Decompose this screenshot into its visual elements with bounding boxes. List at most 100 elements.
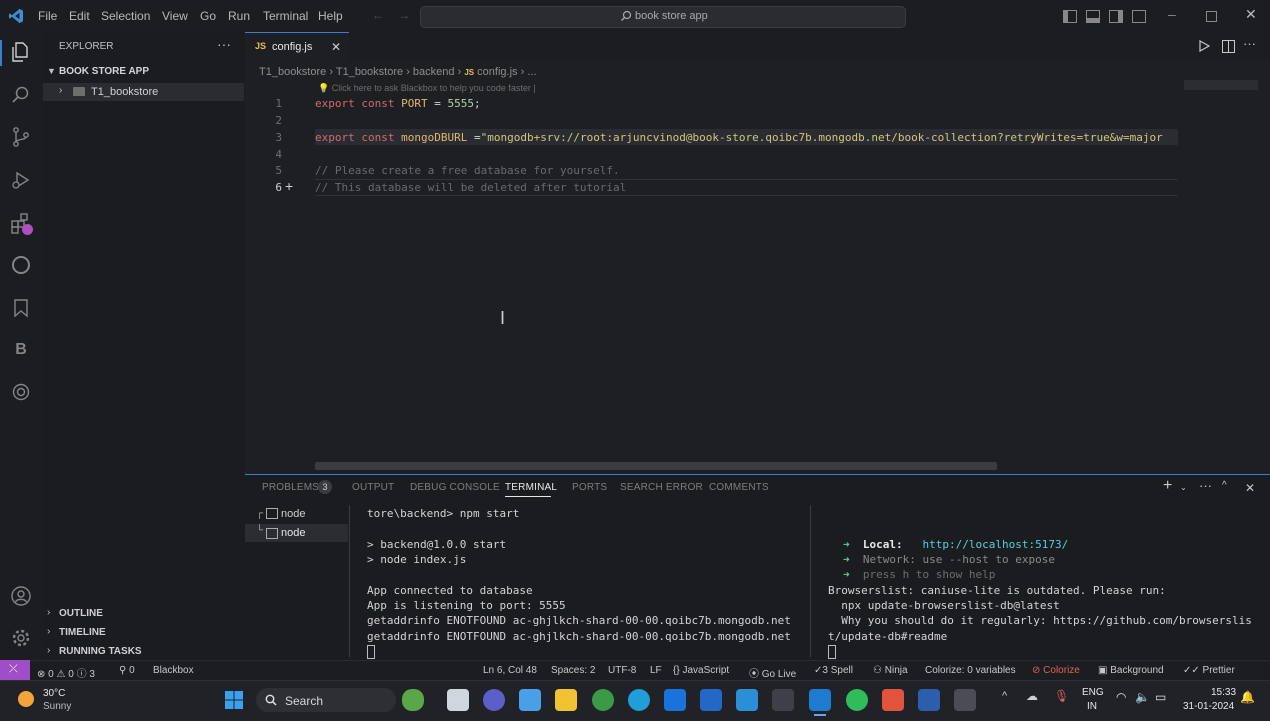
tab-search-error[interactable]: SEARCH ERROR [620, 482, 703, 493]
account-icon[interactable] [10, 585, 32, 607]
bookmarks-icon[interactable] [10, 297, 32, 319]
customize-layout-icon[interactable] [1132, 10, 1146, 23]
notepad-icon[interactable] [736, 689, 758, 711]
maximize-icon[interactable] [1206, 11, 1217, 22]
whatsapp-icon[interactable] [846, 689, 868, 711]
end-of-line[interactable]: LF [650, 665, 662, 676]
remote-indicator[interactable]: ⤫ [0, 660, 30, 680]
encoding[interactable]: UTF-8 [608, 665, 636, 676]
tab-output[interactable]: OUTPUT [352, 482, 394, 493]
menu-help[interactable]: Help [318, 9, 343, 23]
menu-terminal[interactable]: Terminal [263, 9, 308, 23]
file-explorer-icon[interactable] [555, 689, 577, 711]
blackbox-hint[interactable]: 💡 Click here to ask Blackbox to help you… [318, 83, 536, 94]
teams-chat-icon[interactable] [483, 689, 505, 711]
terminal-app-icon[interactable] [772, 689, 794, 711]
command-center-search[interactable]: book store app [420, 6, 906, 28]
taskbar-search[interactable]: Search [256, 688, 396, 712]
microsoft-store-icon[interactable] [519, 689, 541, 711]
git-icon[interactable] [882, 689, 904, 711]
tab-comments[interactable]: COMMENTS [709, 482, 769, 493]
edge-devtools-icon[interactable] [10, 254, 32, 276]
menu-file[interactable]: File [38, 9, 57, 23]
chrome-icon[interactable] [592, 689, 614, 711]
breadcrumb-item[interactable]: config.js [477, 66, 517, 78]
snipping-tool-icon[interactable] [954, 689, 976, 711]
vscode-taskbar-icon[interactable] [809, 689, 831, 711]
weather-temp[interactable]: 30°C [43, 688, 65, 699]
volume-icon[interactable]: 🔈 [1135, 690, 1150, 704]
chevron-down-icon[interactable]: ⌄ [1180, 483, 1187, 492]
cursor-position[interactable]: Ln 6, Col 48 [483, 665, 537, 676]
ninja-status[interactable]: ⚇ Ninja [873, 665, 908, 676]
close-panel-icon[interactable]: ✕ [1245, 481, 1255, 495]
breadcrumb-item[interactable]: T1_bookstore [336, 66, 403, 78]
run-debug-icon[interactable] [10, 169, 32, 191]
minimize-icon[interactable]: – [1168, 6, 1176, 22]
blackbox-status[interactable]: Blackbox [153, 665, 194, 676]
breadcrumb-item[interactable]: T1_bookstore [259, 66, 326, 78]
blackbox-icon[interactable]: B [10, 339, 32, 361]
battery-icon[interactable]: ▭ [1155, 690, 1166, 704]
chatgpt-icon[interactable] [10, 381, 32, 403]
tray-overflow-icon[interactable]: ^ [1002, 690, 1007, 702]
tab-problems[interactable]: PROBLEMS [262, 482, 319, 493]
close-window-icon[interactable]: ✕ [1245, 6, 1257, 23]
clock-time[interactable]: 15:33 [1211, 687, 1236, 698]
run-file-icon[interactable] [1198, 40, 1210, 52]
toggle-sidebar-icon[interactable] [1063, 10, 1077, 23]
ports-status[interactable]: ⚲ 0 [119, 665, 135, 676]
outline-section[interactable]: › OUTLINE [43, 605, 245, 623]
microphone-icon[interactable]: 🎙 [1054, 689, 1069, 703]
background-status[interactable]: ▣ Background [1098, 665, 1164, 676]
editor-more-icon[interactable]: ··· [1243, 36, 1256, 51]
windows-start-icon[interactable] [225, 691, 243, 709]
more-actions-icon[interactable]: ··· [217, 36, 231, 52]
breadcrumb-item[interactable]: backend [413, 66, 455, 78]
back-arrow-icon[interactable]: ← [372, 8, 384, 22]
horizontal-scrollbar[interactable] [315, 462, 997, 470]
breadcrumb-item[interactable]: ... [527, 66, 536, 78]
menu-run[interactable]: Run [228, 9, 250, 23]
terminal-cursor[interactable] [828, 645, 836, 659]
menu-selection[interactable]: Selection [101, 9, 150, 23]
indentation[interactable]: Spaces: 2 [551, 665, 595, 676]
search-highlight-icon[interactable] [402, 689, 424, 711]
panel-more-icon[interactable]: ··· [1199, 478, 1212, 493]
language-mode[interactable]: {} JavaScript [673, 665, 729, 676]
colorize-variables[interactable]: Colorize: 0 variables [925, 665, 1016, 676]
new-terminal-icon[interactable]: + [1163, 477, 1172, 495]
app-icon[interactable] [664, 689, 686, 711]
task-view-icon[interactable] [447, 689, 469, 711]
language-bottom[interactable]: IN [1087, 701, 1097, 712]
maximize-panel-icon[interactable]: ^ [1222, 480, 1227, 491]
timeline-section[interactable]: › TIMELINE [43, 624, 245, 642]
onedrive-icon[interactable]: ☁ [1026, 689, 1038, 703]
word-icon[interactable] [918, 689, 940, 711]
close-tab-icon[interactable]: ✕ [331, 40, 341, 54]
terminal-list-item[interactable]: └ node [245, 524, 348, 542]
go-live-button[interactable]: ⦿ Go Live [749, 665, 796, 680]
menu-go[interactable]: Go [200, 9, 216, 23]
tab-ports[interactable]: PORTS [572, 482, 607, 493]
search-view-icon[interactable] [10, 84, 32, 106]
problems-status[interactable]: ⊗ 0 ⚠ 0 ⓘ 3 [37, 665, 95, 680]
settings-gear-icon[interactable] [10, 627, 32, 649]
toggle-secondary-sidebar-icon[interactable] [1109, 10, 1123, 23]
add-comment-icon[interactable]: + [285, 178, 293, 194]
extensions-icon[interactable] [10, 212, 33, 235]
code-editor[interactable] [245, 60, 1270, 472]
clock-date[interactable]: 31-01-2024 [1183, 701, 1234, 712]
colorize-toggle[interactable]: ⊘ Colorize [1032, 665, 1080, 676]
tab-config-js[interactable]: JS config.js ✕ [245, 32, 349, 61]
weather-desc[interactable]: Sunny [43, 701, 71, 712]
remote-desktop-icon[interactable] [700, 689, 722, 711]
prettier-status[interactable]: ✓✓ Prettier [1183, 665, 1235, 676]
notification-bell-icon[interactable]: 🔔 [1240, 690, 1255, 704]
edge-icon[interactable] [628, 689, 650, 711]
language-top[interactable]: ENG [1082, 687, 1104, 698]
menu-view[interactable]: View [162, 9, 188, 23]
forward-arrow-icon[interactable]: → [398, 8, 410, 22]
terminal-list-item[interactable]: ┌ node [245, 505, 348, 523]
wifi-icon[interactable]: ◠ [1116, 690, 1126, 704]
